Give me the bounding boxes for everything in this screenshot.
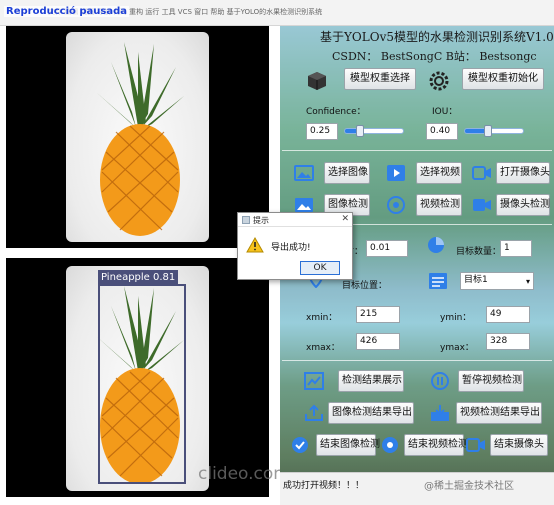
end-camera-button[interactable]: 结束摄像头 (490, 434, 548, 456)
export-image-button[interactable]: 图像检测结果导出 (328, 402, 414, 424)
pause-video-button[interactable]: 暂停视频检测 (458, 370, 524, 392)
select-video-button[interactable]: 选择视频 (416, 162, 462, 184)
xmin-value: 215 (356, 306, 400, 323)
download-icon (431, 405, 449, 421)
upload-icon (305, 404, 323, 421)
divider (282, 150, 552, 151)
iou-slider[interactable] (464, 125, 524, 137)
ymax-value: 328 (486, 333, 530, 350)
cube-icon (308, 72, 326, 90)
target-select-value: 目标1 (464, 275, 488, 285)
end-video-detect-button[interactable]: 结束视频检测 (404, 434, 468, 456)
ymax-label: ymax： (440, 343, 474, 353)
pie-icon (428, 237, 444, 253)
pineapple-illustration (96, 42, 184, 236)
dialog-titlebar: 提示 ✕ (238, 213, 352, 227)
status-bar: 成功打开视频！！！ @稀土掘金技术社区 (280, 472, 554, 505)
xmax-label: xmax： (306, 343, 340, 353)
corner-watermark: @稀土掘金技术社区 (424, 481, 514, 492)
count-value: 1 (500, 240, 532, 257)
time-value: 0.01 (366, 240, 408, 257)
show-results-button[interactable]: 检测结果展示 (338, 370, 404, 392)
ymin-value: 49 (486, 306, 530, 323)
warning-icon (246, 237, 264, 253)
app-icon (242, 216, 250, 224)
confidence-label: Confidence： (306, 107, 366, 117)
xmin-label: xmin： (306, 313, 338, 323)
author-info: CSDN： BestSongC B站： Bestsongc (332, 50, 537, 63)
camera-icon (472, 166, 491, 180)
divider (282, 360, 552, 361)
iou-label: IOU： (432, 107, 458, 117)
chart-icon (304, 372, 324, 390)
check-circle-icon (292, 437, 308, 453)
video-file-icon (387, 165, 405, 181)
result-pineapple-image: Pineapple 0.81 (66, 266, 209, 491)
window-titlebar: 文件 编辑 视图 导航 代码 重构 运行 工具 VCS 窗口 帮助 基于YOLO… (0, 0, 554, 26)
status-message: 成功打开视频！！！ (283, 481, 365, 491)
original-image-view: clideo.com (6, 26, 269, 248)
stop-camera-icon (466, 438, 485, 452)
count-label: 目标数量： (456, 247, 502, 257)
camera-detect-button[interactable]: 摄像头检测 (496, 194, 550, 216)
ok-button[interactable]: OK (300, 261, 340, 275)
ymin-label: ymin： (440, 313, 472, 323)
iou-input[interactable]: 0.40 (426, 123, 458, 140)
select-weights-button[interactable]: 模型权重选择 (344, 68, 416, 90)
export-video-button[interactable]: 视频检测结果导出 (456, 402, 542, 424)
xmax-value: 426 (356, 333, 400, 350)
target-list-icon (429, 273, 447, 289)
video-detect-icon (387, 196, 405, 214)
app-heading: 基于YOLOv5模型的水果检测识别系统V1.0 (320, 30, 554, 44)
confidence-slider[interactable] (344, 125, 404, 137)
confidence-slider-handle[interactable] (355, 125, 364, 137)
detection-label: Pineapple 0.81 (98, 270, 179, 285)
watermark: clideo.com (198, 464, 290, 484)
video-detect-button[interactable]: 视频检测 (416, 194, 462, 216)
stop-video-icon (382, 437, 398, 453)
init-weights-button[interactable]: 模型权重初始化 (462, 68, 544, 90)
open-camera-button[interactable]: 打开摄像头 (496, 162, 550, 184)
confidence-input[interactable]: 0.25 (306, 123, 338, 140)
chevron-down-icon[interactable]: ▾ (526, 274, 530, 289)
target-select[interactable]: 目标1 ▾ (460, 272, 534, 290)
dialog-title: 提示 (253, 216, 269, 225)
pause-icon (431, 372, 449, 390)
image-icon (294, 165, 314, 181)
detection-box (98, 284, 186, 484)
end-image-detect-button[interactable]: 结束图像检测 (316, 434, 380, 456)
camera-detect-icon (473, 199, 491, 211)
select-image-button[interactable]: 选择图像 (324, 162, 370, 184)
message-dialog: 提示 ✕ 导出成功! OK (237, 212, 353, 280)
paused-label: Reproducció pausada (4, 6, 129, 17)
original-pineapple-image: clideo.com (66, 32, 209, 242)
iou-slider-handle[interactable] (484, 125, 493, 137)
dialog-message: 导出成功! (271, 243, 311, 253)
gear-icon (429, 71, 449, 91)
close-icon[interactable]: ✕ (341, 214, 349, 224)
result-image-view: Pineapple 0.81 clideo.com (6, 258, 290, 497)
